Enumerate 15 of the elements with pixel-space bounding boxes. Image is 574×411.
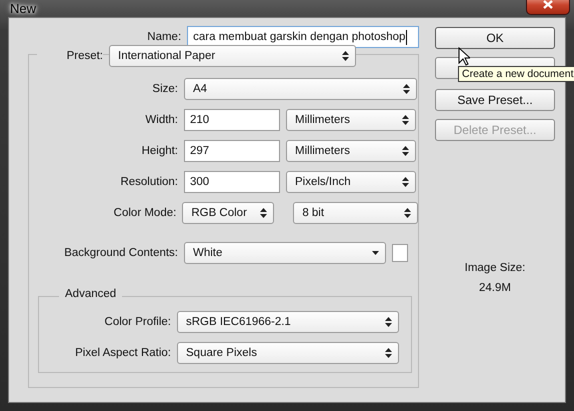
field-label: Name:: [146, 31, 182, 43]
field-label: Width:: [144, 114, 178, 126]
group-title: Advanced: [59, 288, 122, 300]
image-size-label: Image Size:: [464, 262, 526, 274]
field-label: Preset:: [37, 50, 103, 62]
window-title: New: [9, 1, 36, 16]
tooltip: Create a new document: [458, 66, 574, 82]
field-label: Size:: [151, 83, 178, 95]
field-label: Background Contents:: [63, 247, 178, 259]
field-label: Pixel Aspect Ratio:: [74, 347, 171, 359]
field-label: Height:: [140, 145, 178, 157]
field-label: Color Mode:: [112, 207, 176, 219]
image-size-value: 24.9M: [478, 282, 512, 294]
field-label: Color Profile:: [104, 316, 171, 328]
field-label: Resolution:: [119, 176, 178, 188]
